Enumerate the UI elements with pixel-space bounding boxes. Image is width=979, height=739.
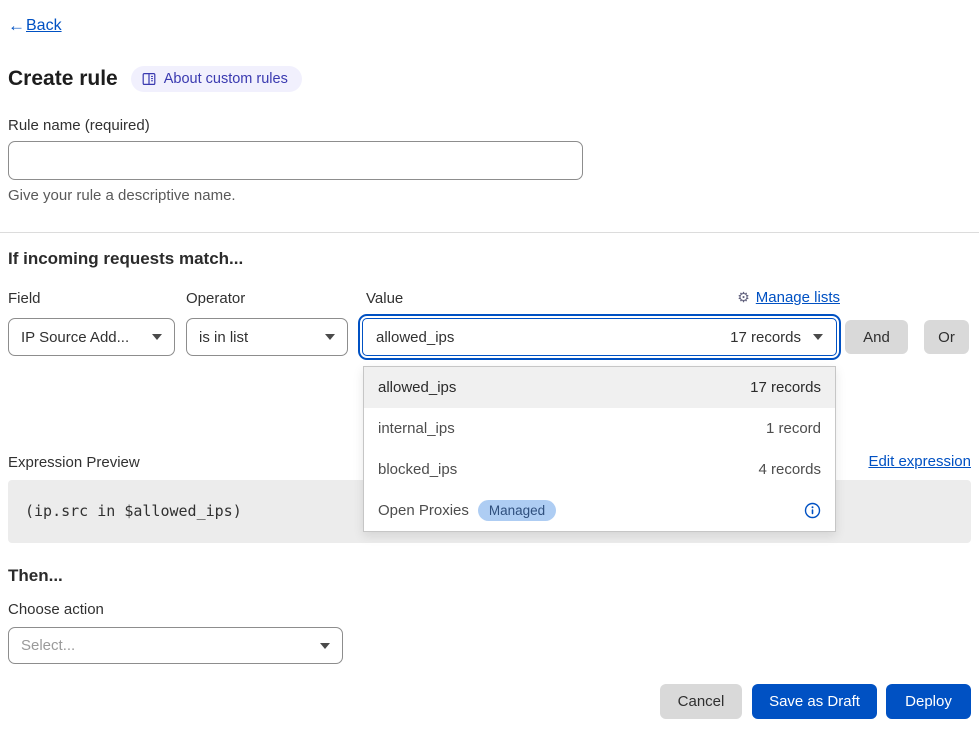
create-rule-page: ← Back Create rule About custom rules Ru…	[0, 0, 979, 739]
and-button[interactable]: And	[845, 320, 908, 354]
rule-name-helper-text: Give your rule a descriptive name.	[8, 187, 236, 204]
section-divider	[0, 232, 979, 233]
match-section-heading: If incoming requests match...	[8, 249, 243, 269]
list-item-name: allowed_ips	[378, 379, 456, 396]
list-item-allowed-ips[interactable]: allowed_ips 17 records	[364, 367, 835, 408]
book-icon	[142, 72, 156, 86]
back-link[interactable]: ← Back	[8, 16, 62, 36]
action-select[interactable]: Select...	[8, 627, 343, 664]
list-item-count: 17 records	[750, 379, 821, 396]
list-item-name: blocked_ips	[378, 461, 457, 478]
list-item-name: Open Proxies	[378, 502, 469, 519]
value-select-focus-ring: allowed_ips 17 records	[358, 314, 841, 360]
gear-icon: ⚙	[737, 289, 750, 306]
operator-select-value: is in list	[199, 329, 248, 346]
value-select-value: allowed_ips	[376, 329, 454, 346]
field-label: Field	[8, 290, 41, 307]
chevron-down-icon	[152, 334, 162, 340]
list-item-open-proxies[interactable]: Open Proxies Managed	[364, 490, 835, 531]
back-arrow-icon: ←	[8, 16, 25, 36]
rule-name-input[interactable]	[8, 141, 583, 180]
deploy-button[interactable]: Deploy	[886, 684, 971, 719]
rule-name-label: Rule name (required)	[8, 117, 150, 134]
value-select[interactable]: allowed_ips 17 records	[362, 318, 837, 356]
field-select-value: IP Source Add...	[21, 329, 129, 346]
operator-select[interactable]: is in list	[186, 318, 348, 356]
then-section-heading: Then...	[8, 566, 63, 586]
or-button[interactable]: Or	[924, 320, 969, 354]
info-icon[interactable]	[804, 502, 821, 519]
expression-preview-label: Expression Preview	[8, 454, 140, 471]
chevron-down-icon	[320, 643, 330, 649]
field-select[interactable]: IP Source Add...	[8, 318, 175, 356]
manage-lists-link[interactable]: ⚙ Manage lists	[737, 289, 840, 306]
manage-lists-label: Manage lists	[756, 289, 840, 306]
value-label: Value	[366, 290, 403, 307]
save-as-draft-button[interactable]: Save as Draft	[752, 684, 877, 719]
back-link-label: Back	[26, 17, 62, 35]
cancel-button[interactable]: Cancel	[660, 684, 742, 719]
managed-badge: Managed	[478, 500, 556, 521]
list-item-internal-ips[interactable]: internal_ips 1 record	[364, 408, 835, 449]
list-item-blocked-ips[interactable]: blocked_ips 4 records	[364, 449, 835, 490]
chevron-down-icon	[813, 334, 823, 340]
chevron-down-icon	[325, 334, 335, 340]
action-select-placeholder: Select...	[21, 637, 75, 654]
list-dropdown: allowed_ips 17 records internal_ips 1 re…	[363, 366, 836, 532]
list-item-count: 1 record	[766, 420, 821, 437]
about-pill-label: About custom rules	[164, 71, 288, 87]
about-custom-rules-link[interactable]: About custom rules	[131, 66, 302, 92]
value-select-record-count: 17 records	[730, 329, 801, 346]
expression-code: (ip.src in $allowed_ips)	[25, 502, 242, 520]
choose-action-label: Choose action	[8, 601, 104, 618]
operator-label: Operator	[186, 290, 245, 307]
page-title: Create rule	[8, 67, 118, 91]
title-row: Create rule About custom rules	[8, 66, 302, 92]
list-item-count: 4 records	[758, 461, 821, 478]
edit-expression-link[interactable]: Edit expression	[868, 453, 971, 470]
list-item-name: internal_ips	[378, 420, 455, 437]
